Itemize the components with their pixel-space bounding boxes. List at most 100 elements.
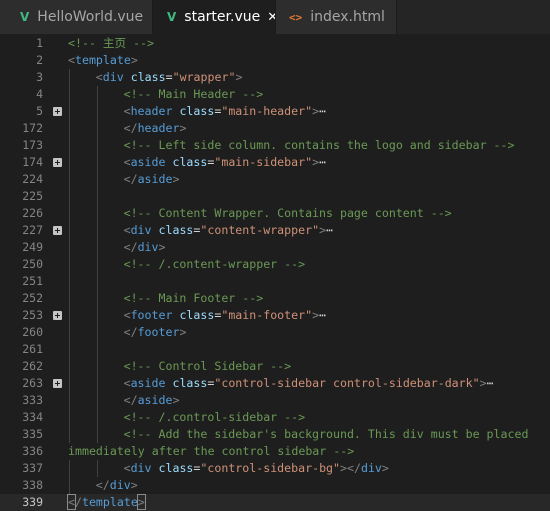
code-line[interactable]: 251 xyxy=(0,273,550,290)
code-line[interactable]: 333 </aside> xyxy=(0,392,550,409)
code-token: <!-- /.content-wrapper --> xyxy=(123,257,306,271)
indent-guide xyxy=(69,409,70,426)
indent-guide xyxy=(96,120,98,137)
folded-ellipsis-icon[interactable]: ⋯ xyxy=(487,376,494,390)
indent-guide xyxy=(96,341,98,358)
code-line[interactable]: 224 </aside> xyxy=(0,171,550,188)
code-token: aside xyxy=(137,172,173,186)
code-text: </div> xyxy=(96,477,138,494)
code-token: class xyxy=(172,155,208,169)
line-number: 1 xyxy=(36,36,43,50)
code-token: footer xyxy=(130,308,173,322)
expand-fold-icon[interactable] xyxy=(53,107,62,116)
folded-ellipsis-icon[interactable]: ⋯ xyxy=(326,223,333,237)
indent-guide xyxy=(69,375,70,392)
code-token: footer xyxy=(137,325,180,339)
expand-fold-icon[interactable] xyxy=(53,379,62,388)
tab-index-html[interactable]: <> index.html xyxy=(275,0,397,34)
code-text: <!-- Main Footer --> xyxy=(124,290,264,307)
code-line[interactable]: 263 <aside class="control-sidebar control… xyxy=(0,375,550,392)
indent-guide xyxy=(69,205,70,222)
code-token: < xyxy=(123,308,131,322)
indent-guide xyxy=(96,273,98,290)
code-line[interactable]: 4 <!-- Main Header --> xyxy=(0,86,550,103)
code-token: = xyxy=(165,70,173,84)
code-token: </ xyxy=(123,325,138,339)
code-line[interactable]: 225 xyxy=(0,188,550,205)
code-token: < xyxy=(95,70,103,84)
code-line[interactable]: 173 <!-- Left side column. contains the l… xyxy=(0,137,550,154)
line-number: 335 xyxy=(22,427,43,441)
code-token: <!-- Main Header --> xyxy=(123,87,264,101)
code-token: < xyxy=(123,104,131,118)
code-text: </footer> xyxy=(124,324,187,341)
code-line[interactable]: 334 <!-- /.control-sidebar --> xyxy=(0,409,550,426)
code-line[interactable]: 339 </template> xyxy=(0,494,550,511)
line-number: 338 xyxy=(22,478,43,492)
code-line[interactable]: 250 <!-- /.content-wrapper --> xyxy=(0,256,550,273)
code-token: "control-sidebar control-sidebar-dark" xyxy=(214,376,480,390)
indent-guide xyxy=(69,426,70,443)
code-line[interactable]: 252 <!-- Main Footer --> xyxy=(0,290,550,307)
indent-guide xyxy=(69,324,70,341)
tab-helloworld-vue[interactable]: V HelloWorld.vue xyxy=(0,0,153,34)
code-token: div xyxy=(360,461,382,475)
indent-guide xyxy=(69,460,70,477)
code-token: < xyxy=(67,494,76,510)
code-token: > xyxy=(158,240,166,254)
code-line[interactable]: 337 <div class="control-sidebar-bg"></div… xyxy=(0,460,550,477)
indent-guide xyxy=(69,358,70,375)
line-number: 227 xyxy=(22,223,43,237)
tab-starter-vue[interactable]: V starter.vue ✕ xyxy=(153,0,278,34)
code-line[interactable]: 335 <!-- Add the sidebar's background. Th… xyxy=(0,426,550,443)
code-line[interactable]: 2 <template> xyxy=(0,52,550,69)
code-line[interactable]: 338 </div> xyxy=(0,477,550,494)
indent-guide xyxy=(69,69,70,86)
code-line[interactable]: 172 </header> xyxy=(0,120,550,137)
code-token: > xyxy=(235,70,243,84)
code-line[interactable]: 253 <footer class="main-footer">⋯ xyxy=(0,307,550,324)
expand-fold-icon[interactable] xyxy=(53,226,62,235)
code-line[interactable]: 249 </div> xyxy=(0,239,550,256)
code-line[interactable]: 226 <!-- Content Wrapper. Contains page c… xyxy=(0,205,550,222)
code-line[interactable]: 261 xyxy=(0,341,550,358)
line-number: 250 xyxy=(22,257,43,271)
code-line[interactable]: 262 <!-- Control Sidebar --> xyxy=(0,358,550,375)
code-line[interactable]: 1 <!-- 主页 --> xyxy=(0,35,550,52)
code-token: div xyxy=(109,478,131,492)
expand-fold-icon[interactable] xyxy=(53,158,62,167)
code-line[interactable]: 260 </footer> xyxy=(0,324,550,341)
code-text: <div class="content-wrapper">⋯ xyxy=(124,222,333,239)
indent-guide xyxy=(69,239,70,256)
code-editor[interactable]: 1 <!-- 主页 --> 2 <template> 3 <div class="wrap… xyxy=(0,34,550,511)
code-token: > xyxy=(130,478,138,492)
code-line[interactable]: 5 <header class="main-header">⋯ xyxy=(0,103,550,120)
line-number: 225 xyxy=(22,189,43,203)
folded-ellipsis-icon[interactable]: ⋯ xyxy=(319,308,326,322)
folded-ellipsis-icon[interactable]: ⋯ xyxy=(319,104,326,118)
code-line[interactable]: 3 <div class="wrapper"> xyxy=(0,69,550,86)
indent-guide xyxy=(96,290,98,307)
indent-guide xyxy=(69,341,70,358)
code-line[interactable]: 227 <div class="content-wrapper">⋯ xyxy=(0,222,550,239)
expand-fold-icon[interactable] xyxy=(53,311,62,320)
folded-ellipsis-icon[interactable]: ⋯ xyxy=(319,155,326,169)
line-number: 174 xyxy=(22,155,43,169)
code-token: < xyxy=(123,223,131,237)
code-text: </template> xyxy=(67,494,146,511)
code-token: aside xyxy=(137,393,173,407)
code-token: class xyxy=(179,308,215,322)
code-line[interactable]: 174 <aside class="main-sidebar">⋯ xyxy=(0,154,550,171)
vue-file-icon: V xyxy=(20,10,30,24)
code-text: <!-- 主页 --> xyxy=(68,35,154,52)
code-text: <header class="main-header">⋯ xyxy=(124,103,326,120)
tab-label: starter.vue xyxy=(184,9,261,25)
tab-label: index.html xyxy=(310,9,385,25)
indent-guide xyxy=(96,426,98,443)
code-line[interactable]: 336 immediately after the control sidebar… xyxy=(0,443,550,460)
code-token: <!-- Add the sidebar's background. This … xyxy=(123,427,529,441)
code-token: "content-wrapper" xyxy=(200,223,320,237)
code-token: </ xyxy=(123,240,138,254)
code-token: </ xyxy=(123,393,138,407)
